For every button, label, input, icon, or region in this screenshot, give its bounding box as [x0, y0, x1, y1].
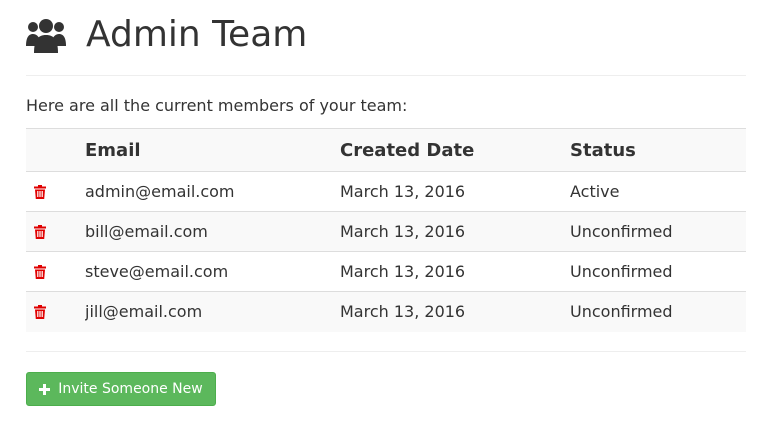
delete-cell: [26, 251, 85, 292]
delete-cell: [26, 211, 85, 252]
admin-team-page: Admin Team Here are all the current memb…: [0, 0, 767, 428]
member-created-date: March 13, 2016: [340, 251, 570, 292]
member-email: jill@email.com: [85, 291, 340, 332]
members-table: Email Created Date Status admin@email.co…: [26, 128, 746, 332]
trash-icon[interactable]: [34, 224, 46, 239]
member-created-date: March 13, 2016: [340, 182, 466, 201]
table-row: steve@email.com March 13, 2016 Unconfirm…: [26, 251, 746, 292]
invite-someone-new-button[interactable]: Invite Someone New: [26, 372, 216, 406]
delete-cell: [26, 172, 85, 212]
plus-icon: [39, 383, 51, 395]
page-title: Admin Team: [86, 14, 308, 55]
member-status: Unconfirmed: [570, 251, 746, 292]
member-email: steve@email.com: [85, 251, 340, 292]
table-row: admin@email.com March 13, 2016 Active: [26, 172, 746, 212]
member-email: admin@email.com: [85, 182, 235, 201]
table-header-row: Email Created Date Status: [26, 128, 746, 172]
table-row: bill@email.com March 13, 2016 Unconfirme…: [26, 211, 746, 252]
intro-text: Here are all the current members of your…: [26, 96, 408, 115]
delete-cell: [26, 291, 85, 332]
trash-icon[interactable]: [34, 184, 46, 199]
footer-divider: [26, 351, 746, 352]
member-created-date: March 13, 2016: [340, 211, 570, 252]
member-status: Unconfirmed: [570, 211, 746, 252]
member-created-date: March 13, 2016: [340, 291, 570, 332]
member-status: Active: [570, 182, 620, 201]
column-header-status: Status: [570, 128, 746, 172]
users-icon: [26, 19, 66, 53]
column-header-created-date: Created Date: [340, 128, 570, 172]
trash-icon[interactable]: [34, 264, 46, 279]
header-divider: [26, 75, 746, 76]
column-header-email: Email: [85, 128, 340, 172]
column-header-actions: [26, 128, 85, 172]
member-status: Unconfirmed: [570, 291, 746, 332]
table-row: jill@email.com March 13, 2016 Unconfirme…: [26, 291, 746, 332]
trash-icon[interactable]: [34, 304, 46, 319]
invite-button-label: Invite Someone New: [58, 381, 203, 397]
page-header: Admin Team: [26, 12, 307, 58]
member-email: bill@email.com: [85, 211, 340, 252]
